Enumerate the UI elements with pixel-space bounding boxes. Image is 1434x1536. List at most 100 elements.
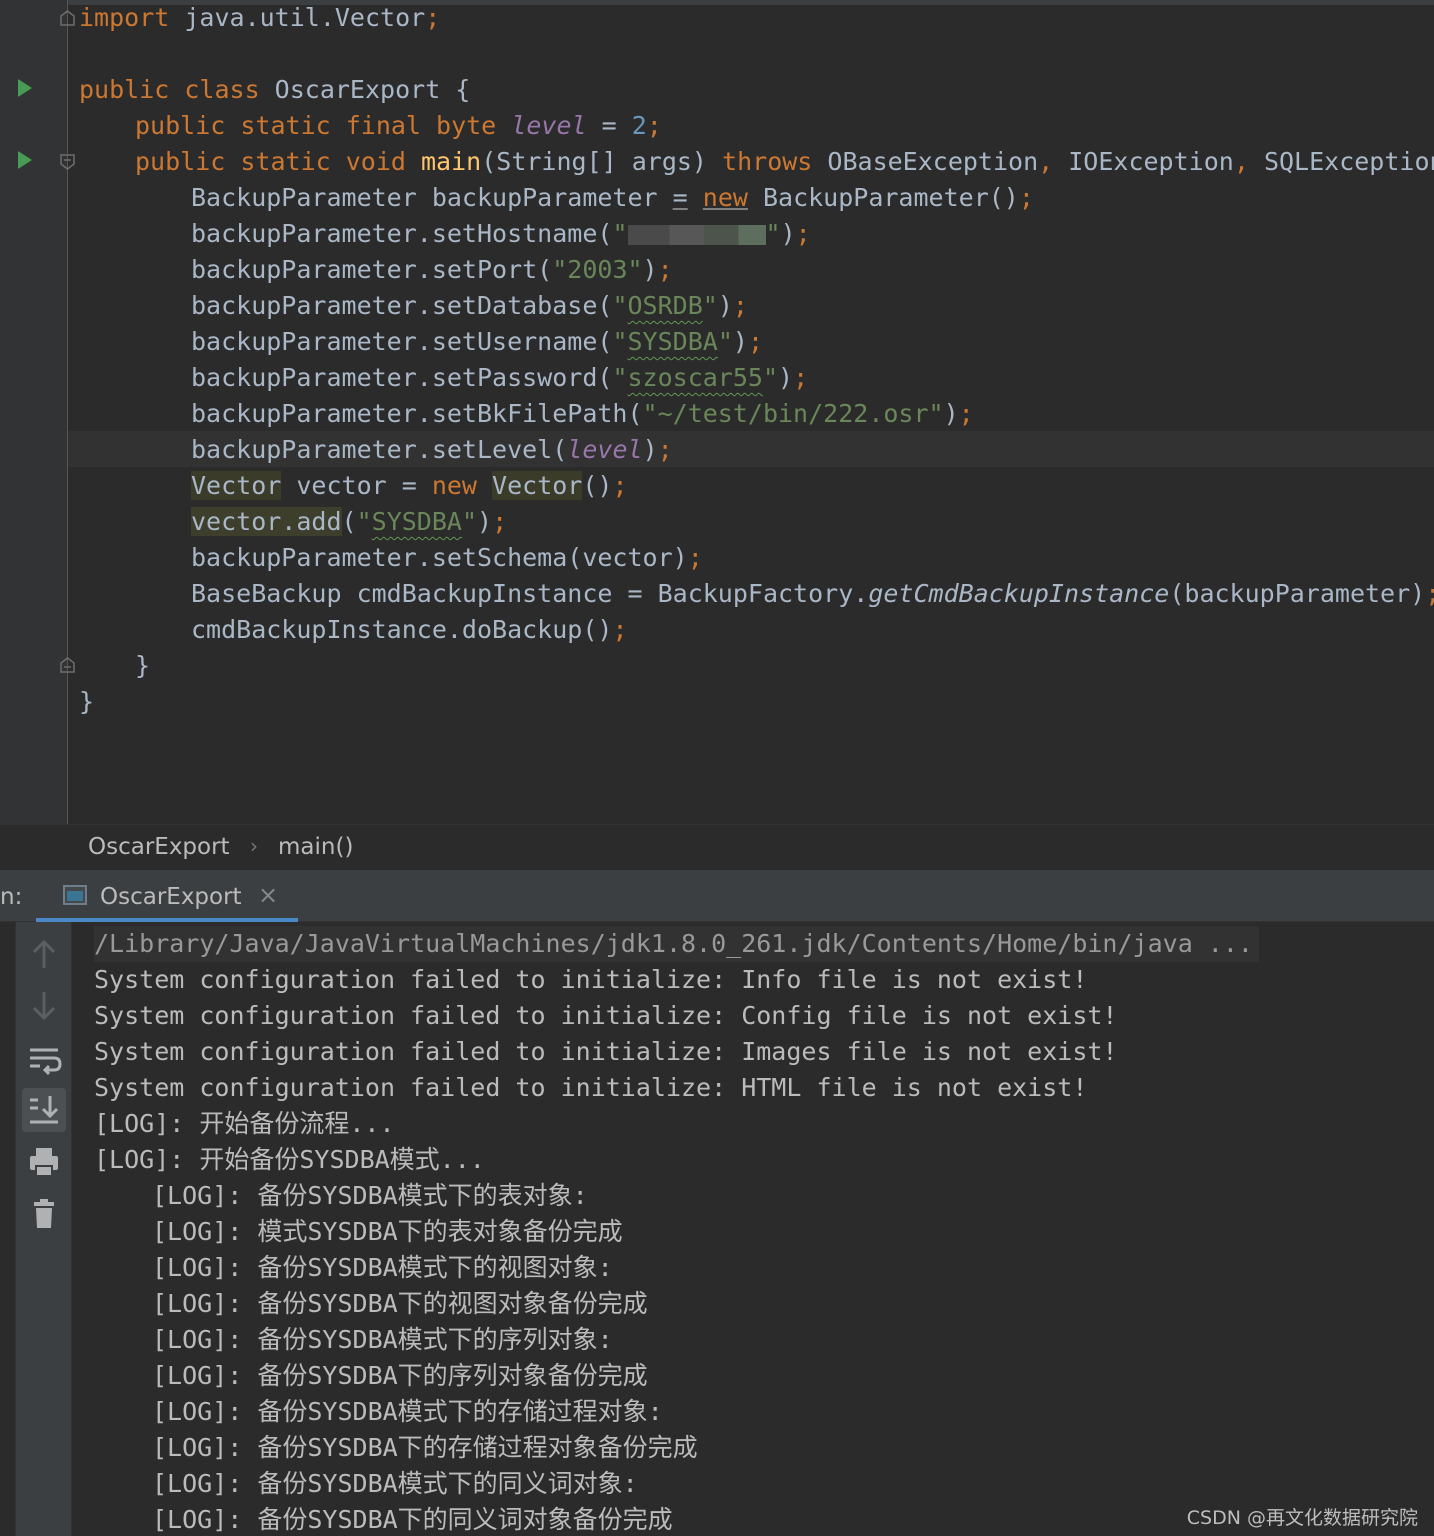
comma: , [1233,147,1249,176]
run-main-icon[interactable] [18,151,32,169]
string-literal: szoscar55 [627,363,763,392]
fold-icon[interactable] [60,154,75,170]
console-line: System configuration failed to initializ… [94,1037,1118,1066]
console-line: [LOG]: 备份SYSDBA模式下的视图对象: [152,1253,613,1282]
code-line-import: import java.util.Vector; [79,0,440,36]
gutter-divider [67,0,68,824]
console-line: [LOG]: 备份SYSDBA下的同义词对象备份完成 [152,1505,673,1534]
breadcrumb-class[interactable]: OscarExport [88,834,230,860]
console-line: [LOG]: 备份SYSDBA模式下的同义词对象: [152,1469,638,1498]
semicolon: ; [958,399,974,428]
code-line-new-vector: Vector vector = new Vector(); [191,468,628,504]
code-text: vector = [281,471,432,500]
watermark: CSDN @再文化数据研究院 [1186,1507,1418,1529]
up-arrow-icon[interactable] [22,932,66,976]
breadcrumb: OscarExport › main() [0,824,1434,870]
code-line-set-password: backupParameter.setPassword("szoscar55")… [191,360,808,396]
console-line: System configuration failed to initializ… [94,965,1088,994]
keyword: public static void [135,147,406,176]
keyword: import [79,3,170,32]
trash-icon[interactable] [22,1192,66,1236]
code-text: (backupParameter) [1169,579,1426,608]
semicolon: ; [687,543,703,572]
scroll-to-end-icon[interactable] [22,1088,66,1132]
code-text: backupParameter.setPassword( [191,363,613,392]
string-quote: " [612,219,628,248]
operator: = [672,183,688,212]
run-class-icon[interactable] [18,79,32,97]
raw-type: Vector [191,471,282,500]
string-quote: " [702,291,718,320]
code-text: ( [341,507,357,536]
down-arrow-icon[interactable] [22,984,66,1028]
keyword: public class [79,75,260,104]
semicolon: ; [732,291,748,320]
static-method-call: getCmdBackupInstance [868,579,1170,608]
unchecked-call: vector.add [191,507,342,536]
code-text: backupParameter.setBkFilePath( [191,399,643,428]
code-text: BaseBackup cmdBackupInstance = BackupFac… [191,579,869,608]
console-line: [LOG]: 备份SYSDBA模式下的存储过程对象: [152,1397,663,1426]
field-name: level [511,111,587,140]
breadcrumb-method[interactable]: main() [278,834,353,860]
print-icon[interactable] [22,1140,66,1184]
code-text: IOException [1053,147,1234,176]
string-literal: SYSDBA [371,507,462,536]
semicolon: ; [425,3,441,32]
fold-icon[interactable] [60,657,75,673]
tab-label: OscarExport [100,884,242,910]
code-line-set-hostname: backupParameter.setHostname(" "); [191,216,811,252]
code-line-close-method: } [135,651,151,680]
code-line-set-schema: backupParameter.setSchema(vector); [191,540,703,576]
code-text: ) [642,435,658,464]
code-text: = [586,111,632,140]
code-text: backupParameter.setSchema(vector) [191,543,688,572]
semicolon: ; [657,255,673,284]
string-quote: " [612,291,628,320]
code-text: ) [732,327,748,356]
close-icon[interactable]: × [258,881,278,909]
code-line-set-username: backupParameter.setUsername("SYSDBA"); [191,324,763,360]
editor-gutter[interactable] [0,0,68,824]
code-text: ) [778,363,794,392]
code-text: ) [780,219,796,248]
code-line-set-port: backupParameter.setPort("2003"); [191,252,673,288]
field-name: level [567,435,643,464]
code-editor[interactable]: import java.util.Vector; public class Os… [0,0,1434,824]
console-output[interactable]: /Library/Java/JavaVirtualMachines/jdk1.8… [73,922,1434,1536]
string-quote: " [612,327,628,356]
code-text: OBaseException [812,147,1039,176]
string-quote: " [612,363,628,392]
code-text: cmdBackupInstance.doBackup() [191,615,613,644]
code-text: backupParameter.setHostname( [191,219,613,248]
code-line-main-decl: public static void main(String[] args) t… [135,144,1434,180]
console-line: [LOG]: 备份SYSDBA模式下的序列对象: [152,1325,613,1354]
code-text: () [582,471,613,500]
code-text: ) [717,291,733,320]
code-text: (String[] args) [481,147,723,176]
tab-oscarexport[interactable]: OscarExport × [36,870,298,922]
string-literal: "~/test/bin/222.osr" [642,399,944,428]
console-line: [LOG]: 备份SYSDBA模式下的表对象: [152,1181,588,1210]
code-line-set-database: backupParameter.setDatabase("OSRDB"); [191,288,748,324]
semicolon: ; [795,219,811,248]
code-text: ) [943,399,959,428]
semicolon: ; [747,327,763,356]
string-quote: " [762,363,779,392]
code-text: backupParameter.setPort( [191,255,553,284]
semicolon: ; [793,363,809,392]
code-text: ) [477,507,493,536]
code-text: backupParameter.setLevel( [191,435,568,464]
code-text: backupParameter.setDatabase( [191,291,613,320]
keyword: new [702,183,748,212]
keyword: new [431,471,477,500]
number-literal: 2 [631,111,647,140]
fold-icon[interactable] [60,10,75,26]
string-literal: SYSDBA [627,327,718,356]
code-line-field-decl: public static final byte level = 2; [135,108,662,144]
console-command-line[interactable]: /Library/Java/JavaVirtualMachines/jdk1.8… [94,926,1259,962]
console-line: System configuration failed to initializ… [94,1001,1118,1030]
run-window-title: n: [0,884,23,910]
semicolon: ; [657,435,673,464]
soft-wrap-icon[interactable] [22,1036,66,1080]
